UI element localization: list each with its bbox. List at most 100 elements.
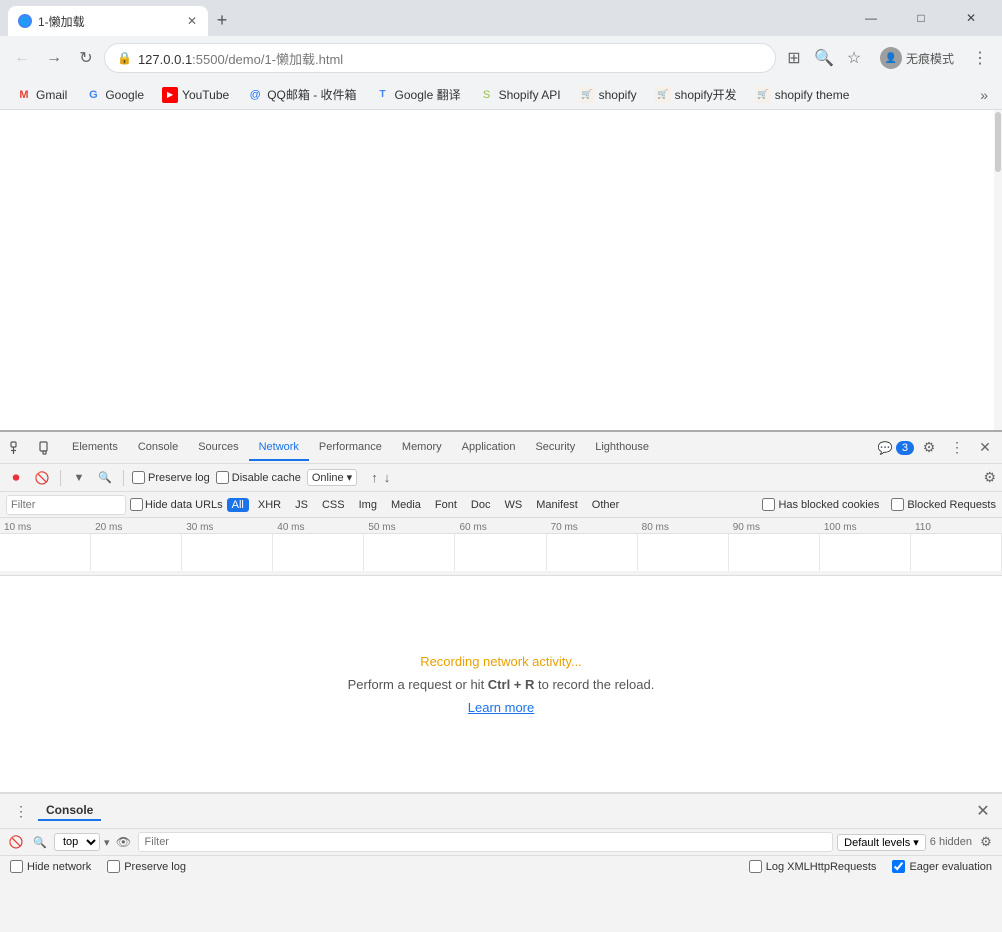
tab-lighthouse[interactable]: Lighthouse (585, 435, 659, 461)
bookmark-button[interactable]: ☆ (840, 44, 868, 72)
tab-security[interactable]: Security (525, 435, 585, 461)
tab-sources[interactable]: Sources (188, 435, 248, 461)
disable-cache-input[interactable] (216, 471, 229, 484)
log-xmlhttp-checkbox[interactable] (749, 860, 762, 873)
eager-eval-checkbox[interactable] (892, 860, 905, 873)
console-messages-badge: 3 (896, 441, 914, 455)
bookmark-google-translate[interactable]: T Google 翻译 (367, 83, 469, 106)
filter-type-js[interactable]: JS (290, 498, 313, 512)
window-close-button[interactable]: ✕ (948, 0, 994, 36)
search-button[interactable]: 🔍 (95, 468, 115, 488)
drawer-menu-button[interactable]: ⋮ (8, 798, 34, 824)
network-settings-button[interactable]: ⚙ (983, 469, 996, 486)
hide-network-checkbox[interactable] (10, 860, 23, 873)
tab-elements[interactable]: Elements (62, 435, 128, 461)
filter-type-doc[interactable]: Doc (466, 498, 496, 512)
page-scrollbar[interactable] (994, 110, 1002, 430)
disable-cache-checkbox[interactable]: Disable cache (216, 471, 301, 484)
learn-more-link[interactable]: Learn more (468, 700, 534, 715)
url-bar[interactable]: 🔒 127.0.0.1:5500/demo/1-懒加载.html (104, 43, 776, 73)
tab-memory[interactable]: Memory (392, 435, 452, 461)
translate-button[interactable]: ⊞ (780, 44, 808, 72)
filter-type-img[interactable]: Img (354, 498, 382, 512)
more-button[interactable]: ⋮ (966, 44, 994, 72)
tab-title: 1-懒加载 (38, 13, 178, 30)
filter-type-all[interactable]: All (227, 498, 249, 512)
active-tab[interactable]: 🌐 1-懒加载 ✕ (8, 6, 208, 36)
profile-button[interactable]: 👤 无痕模式 (872, 45, 962, 71)
log-xmlhttp-option[interactable]: Log XMLHttpRequests (749, 860, 877, 873)
preserve-log-option[interactable]: Preserve log (107, 860, 186, 873)
filter-type-css[interactable]: CSS (317, 498, 350, 512)
reload-button[interactable]: ↻ (72, 44, 100, 72)
filter-blocked-requests[interactable]: Blocked Requests (891, 498, 996, 511)
filter-type-font[interactable]: Font (430, 498, 462, 512)
bookmark-label: Google (105, 88, 144, 102)
filter-blocked-cookies[interactable]: Has blocked cookies (762, 498, 879, 511)
timeline-cell-9 (729, 534, 820, 571)
filter-type-manifest[interactable]: Manifest (531, 498, 583, 512)
hide-data-urls-checkbox[interactable]: Hide data URLs (130, 498, 223, 511)
bookmark-gmail[interactable]: M Gmail (8, 84, 75, 106)
timeline-cell-3 (182, 534, 273, 571)
timeline-content (0, 533, 1002, 571)
device-toolbar-button[interactable] (32, 435, 58, 461)
console-drawer-title[interactable]: Console (38, 801, 101, 821)
tab-network[interactable]: Network (249, 435, 309, 461)
inspect-element-button[interactable] (4, 435, 30, 461)
timeline-label-90ms: 90 ms (729, 522, 820, 533)
minimize-button[interactable]: — (848, 0, 894, 36)
export-har-button[interactable]: ↓ (384, 470, 391, 485)
forward-button[interactable]: → (40, 44, 68, 72)
bookmark-shopify-api[interactable]: S Shopify API (471, 84, 569, 106)
new-tab-button[interactable]: + (208, 6, 236, 34)
throttle-select[interactable]: Online ▾ (307, 469, 357, 486)
import-har-button[interactable]: ↑ (371, 470, 378, 485)
timeline-cell-6 (455, 534, 546, 571)
filter-type-ws[interactable]: WS (499, 498, 527, 512)
bookmark-youtube[interactable]: ▶ YouTube (154, 84, 237, 106)
back-button[interactable]: ← (8, 44, 36, 72)
bookmark-shopify[interactable]: 🛒 shopify (571, 84, 645, 106)
console-context-select[interactable]: top (54, 833, 100, 851)
console-drawer-close-button[interactable]: ✕ (972, 800, 994, 822)
filter-type-media[interactable]: Media (386, 498, 426, 512)
filter-toggle-button[interactable]: ▼ (69, 468, 89, 488)
timeline-label-80ms: 80 ms (638, 522, 729, 533)
window-controls: — □ ✕ (848, 0, 1002, 36)
clear-button[interactable]: 🚫 (32, 468, 52, 488)
console-levels-select[interactable]: Default levels ▾ (837, 834, 926, 851)
console-eye-button[interactable]: 👁 (114, 832, 134, 852)
tab-console[interactable]: Console (128, 435, 188, 461)
hide-network-option[interactable]: Hide network (10, 860, 91, 873)
filter-input[interactable] (6, 495, 126, 515)
bookmark-qq-email[interactable]: @ QQ邮箱 - 收件箱 (239, 83, 364, 106)
console-settings-button[interactable]: ⚙ (976, 832, 996, 852)
bookmarks-more-button[interactable]: » (974, 84, 994, 106)
bookmark-label: shopify (599, 88, 637, 102)
console-filter-input[interactable] (138, 832, 834, 852)
eager-eval-option[interactable]: Eager evaluation (892, 860, 992, 873)
devtools-close-button[interactable]: ✕ (972, 435, 998, 461)
devtools-more-button[interactable]: ⋮ (944, 435, 970, 461)
tab-performance[interactable]: Performance (309, 435, 392, 461)
record-button[interactable]: ⏺ (6, 468, 26, 488)
url-display: 127.0.0.1:5500/demo/1-懒加载.html (138, 49, 343, 68)
tab-close-button[interactable]: ✕ (184, 13, 200, 29)
bookmark-shopify-theme[interactable]: 🛒 shopify theme (747, 84, 858, 106)
preserve-log-input[interactable] (132, 471, 145, 484)
console-filter-button[interactable]: 🔍 (30, 832, 50, 852)
devtools-settings-button[interactable]: ⚙ (916, 435, 942, 461)
tab-favicon: 🌐 (18, 14, 32, 28)
preserve-log-console-checkbox[interactable] (107, 860, 120, 873)
maximize-button[interactable]: □ (898, 0, 944, 36)
bookmark-google[interactable]: G Google (77, 84, 152, 106)
zoom-button[interactable]: 🔍 (810, 44, 838, 72)
bookmark-shopify-dev[interactable]: 🛒 shopify开发 (647, 83, 745, 106)
tab-application[interactable]: Application (452, 435, 526, 461)
console-clear-button[interactable]: 🚫 (6, 832, 26, 852)
filter-type-xhr[interactable]: XHR (253, 498, 286, 512)
preserve-log-checkbox[interactable]: Preserve log (132, 471, 210, 484)
filter-type-other[interactable]: Other (587, 498, 625, 512)
shopify-icon: 🛒 (579, 87, 595, 103)
